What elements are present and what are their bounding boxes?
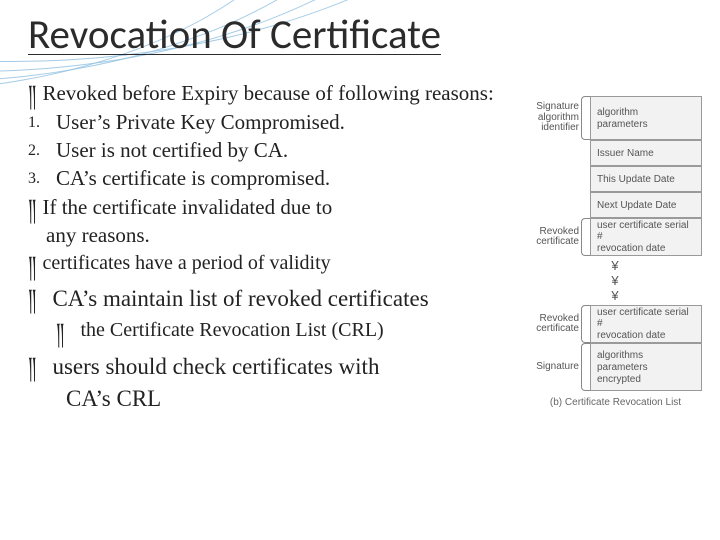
list-number: 1. [28, 109, 56, 136]
diagram-field: This Update Date [590, 166, 702, 192]
diagram-label: Revoked certificate [524, 218, 585, 256]
bullet-icon: ༎ [28, 352, 36, 379]
bullet-icon: ༎ [28, 80, 36, 107]
bullet-text-cont: any reasons. [46, 222, 150, 249]
diagram-label: Signature [524, 343, 585, 391]
bullet-text-cont: CA’s CRL [66, 384, 161, 413]
diagram-field: algorithm [597, 107, 695, 118]
bullet-text: CA’s maintain list of revoked certificat… [52, 284, 428, 313]
diagram-field: parameters [597, 119, 695, 130]
bullet-icon: ༎ [28, 284, 36, 311]
diagram-field: user certificate serial # [597, 307, 695, 329]
diagram-field: user certificate serial # [597, 220, 695, 242]
body-text: ༎Revoked before Expiry because of follow… [28, 78, 533, 415]
bullet-icon: ༎ [56, 318, 64, 345]
diagram-field: algorithms [597, 350, 695, 361]
bullet-text: If the certificate invalidated due to [42, 194, 332, 221]
list-item: User’s Private Key Compromised. [56, 109, 345, 136]
bullet-text: users should check certificates with [52, 352, 379, 381]
diagram-field: revocation date [597, 243, 695, 254]
diagram-label: Revoked certificate [524, 305, 585, 343]
bullet-icon: ༎ [28, 251, 36, 278]
list-number: 3. [28, 165, 56, 192]
list-item: CA’s certificate is compromised. [56, 165, 330, 192]
bullet-icon: ༎ [28, 194, 36, 221]
page-title: Revocation Of Certificate [28, 10, 441, 60]
diagram-field: Next Update Date [590, 192, 702, 218]
list-item: User is not certified by CA. [56, 137, 288, 164]
bullet-text: Revoked before Expiry because of followi… [42, 80, 493, 107]
list-number: 2. [28, 137, 56, 164]
crl-diagram: Signature algorithm identifier algorithm… [529, 96, 702, 408]
slide: Revocation Of Certificate ༎Revoked befor… [0, 0, 720, 540]
diagram-field: Issuer Name [590, 140, 702, 166]
diagram-field: revocation date [597, 330, 695, 341]
sub-bullet-text: the Certificate Revocation List (CRL) [80, 318, 383, 344]
bullet-text: certificates have a period of validity [42, 251, 330, 277]
diagram-label: Signature algorithm identifier [524, 96, 585, 140]
diagram-field: parameters [597, 362, 695, 373]
diagram-caption: (b) Certificate Revocation List [529, 397, 702, 408]
diagram-field: encrypted [597, 374, 695, 385]
ellipsis-icon: ¥ ¥ ¥ [529, 256, 702, 305]
